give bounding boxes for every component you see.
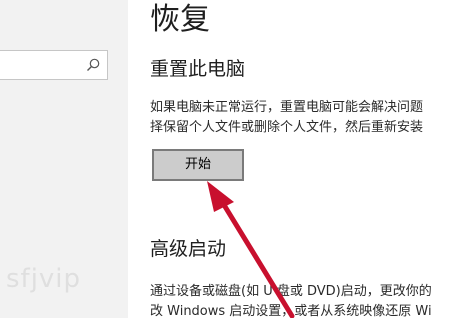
search-input[interactable]: [0, 50, 108, 80]
settings-sidebar: sfjvip: [0, 0, 128, 318]
search-icon[interactable]: [85, 57, 101, 73]
reset-pc-description-line2: 择保留个人文件或删除个人文件，然后重新安装: [150, 120, 424, 135]
advanced-startup-description-line1: 通过设备或磁盘(如 U 盘或 DVD)启动，更改你的: [150, 284, 432, 299]
start-button[interactable]: 开始: [152, 149, 244, 181]
reset-pc-heading: 重置此电脑: [150, 58, 246, 80]
page-title: 恢复: [150, 2, 210, 37]
advanced-startup-description-line2: 改 Windows 启动设置，或者从系统映像还原 Wi: [150, 304, 432, 319]
recovery-page: 恢复 重置此电脑 如果电脑未正常运行，重置电脑可能会解决问题 择保留个人文件或删…: [150, 0, 472, 319]
watermark: sfjvip: [6, 264, 82, 294]
advanced-startup-heading: 高级启动: [150, 238, 227, 260]
reset-pc-description-line1: 如果电脑未正常运行，重置电脑可能会解决问题: [150, 100, 424, 115]
